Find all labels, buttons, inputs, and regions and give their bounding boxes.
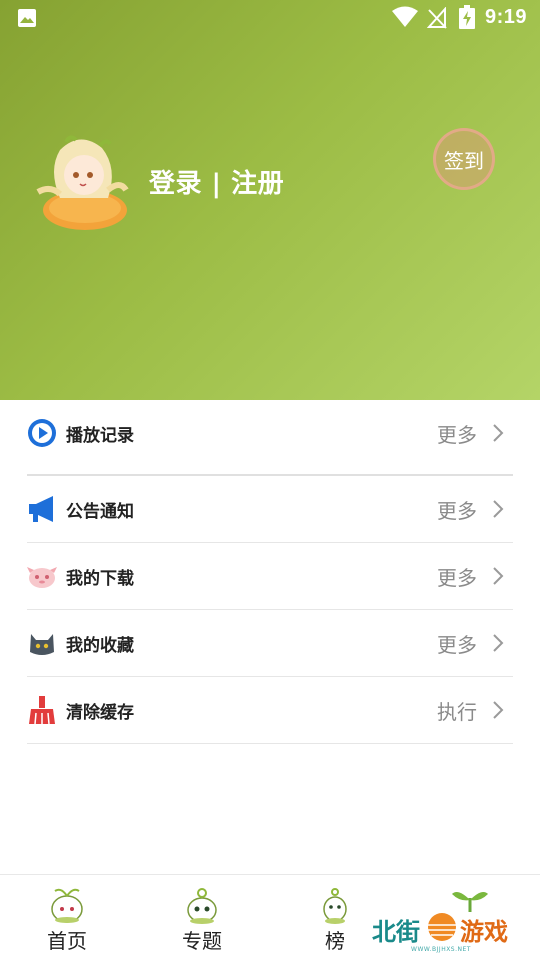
menu-item-announcements[interactable]: 公告通知 更多 xyxy=(27,476,513,543)
more-link[interactable]: 更多 xyxy=(437,419,477,448)
watermark-text-right: 游戏 xyxy=(460,918,508,946)
sprout-mascot-icon xyxy=(51,888,83,923)
more-link[interactable]: 更多 xyxy=(437,562,477,591)
watermark-url: WWW.BJJHXS.NET xyxy=(411,946,471,953)
execute-link[interactable]: 执行 xyxy=(437,696,477,725)
watermark-text-left: 北街 xyxy=(372,918,420,946)
chevron-right-icon xyxy=(493,701,504,719)
megaphone-icon xyxy=(29,496,53,522)
pink-creature-icon xyxy=(27,567,57,588)
tab-topics[interactable]: 专题 xyxy=(157,885,247,960)
menu-item-label: 播放记录 xyxy=(66,426,134,446)
sprout-logo-icon xyxy=(452,892,488,912)
status-time: 9:19 xyxy=(485,6,528,28)
chevron-right-icon xyxy=(493,634,504,652)
avatar[interactable] xyxy=(30,130,130,230)
chevron-right-icon xyxy=(493,567,504,585)
status-bar: 9:19 xyxy=(0,0,540,36)
tab-label: 榜 xyxy=(325,929,345,953)
cat-icon xyxy=(30,634,54,655)
tab-label: 专题 xyxy=(182,929,222,953)
wifi-icon xyxy=(392,6,418,27)
menu-item-favorites[interactable]: 我的收藏 更多 xyxy=(27,610,513,677)
login-register-link[interactable]: 登录 | 注册 xyxy=(149,163,284,200)
chevron-right-icon xyxy=(493,500,504,518)
sprout-mascot-icon xyxy=(323,888,347,924)
site-watermark: 北街 游戏 WWW.BJJHXS.NET xyxy=(372,886,512,956)
profile-header: 9:19 登录 | 注册 签到 xyxy=(0,0,540,400)
checkin-button[interactable]: 签到 xyxy=(433,128,495,190)
play-circle-icon xyxy=(28,419,56,447)
divider xyxy=(27,743,513,744)
tab-home[interactable]: 首页 xyxy=(22,885,112,960)
menu-item-play-history[interactable]: 播放记录 更多 xyxy=(27,400,513,467)
menu-item-label: 清除缓存 xyxy=(66,703,134,723)
photo-notification-icon xyxy=(18,9,36,27)
sprout-mascot-icon xyxy=(187,888,217,924)
menu-item-label: 我的下载 xyxy=(66,569,134,589)
more-link[interactable]: 更多 xyxy=(437,495,477,524)
battery-charging-icon xyxy=(459,5,475,29)
menu-item-downloads[interactable]: 我的下载 更多 xyxy=(27,543,513,610)
no-signal-icon xyxy=(427,7,447,29)
menu-item-clear-cache[interactable]: 清除缓存 执行 xyxy=(27,677,513,744)
tab-ranking[interactable]: 榜 xyxy=(290,885,380,960)
chevron-right-icon xyxy=(493,424,504,442)
tab-bar-divider xyxy=(0,874,540,875)
more-link[interactable]: 更多 xyxy=(437,629,477,658)
menu-item-label: 公告通知 xyxy=(66,502,134,522)
menu-item-label: 我的收藏 xyxy=(66,636,134,656)
tab-label: 首页 xyxy=(47,929,87,953)
sun-logo-icon xyxy=(426,913,458,941)
broom-icon xyxy=(29,696,55,725)
